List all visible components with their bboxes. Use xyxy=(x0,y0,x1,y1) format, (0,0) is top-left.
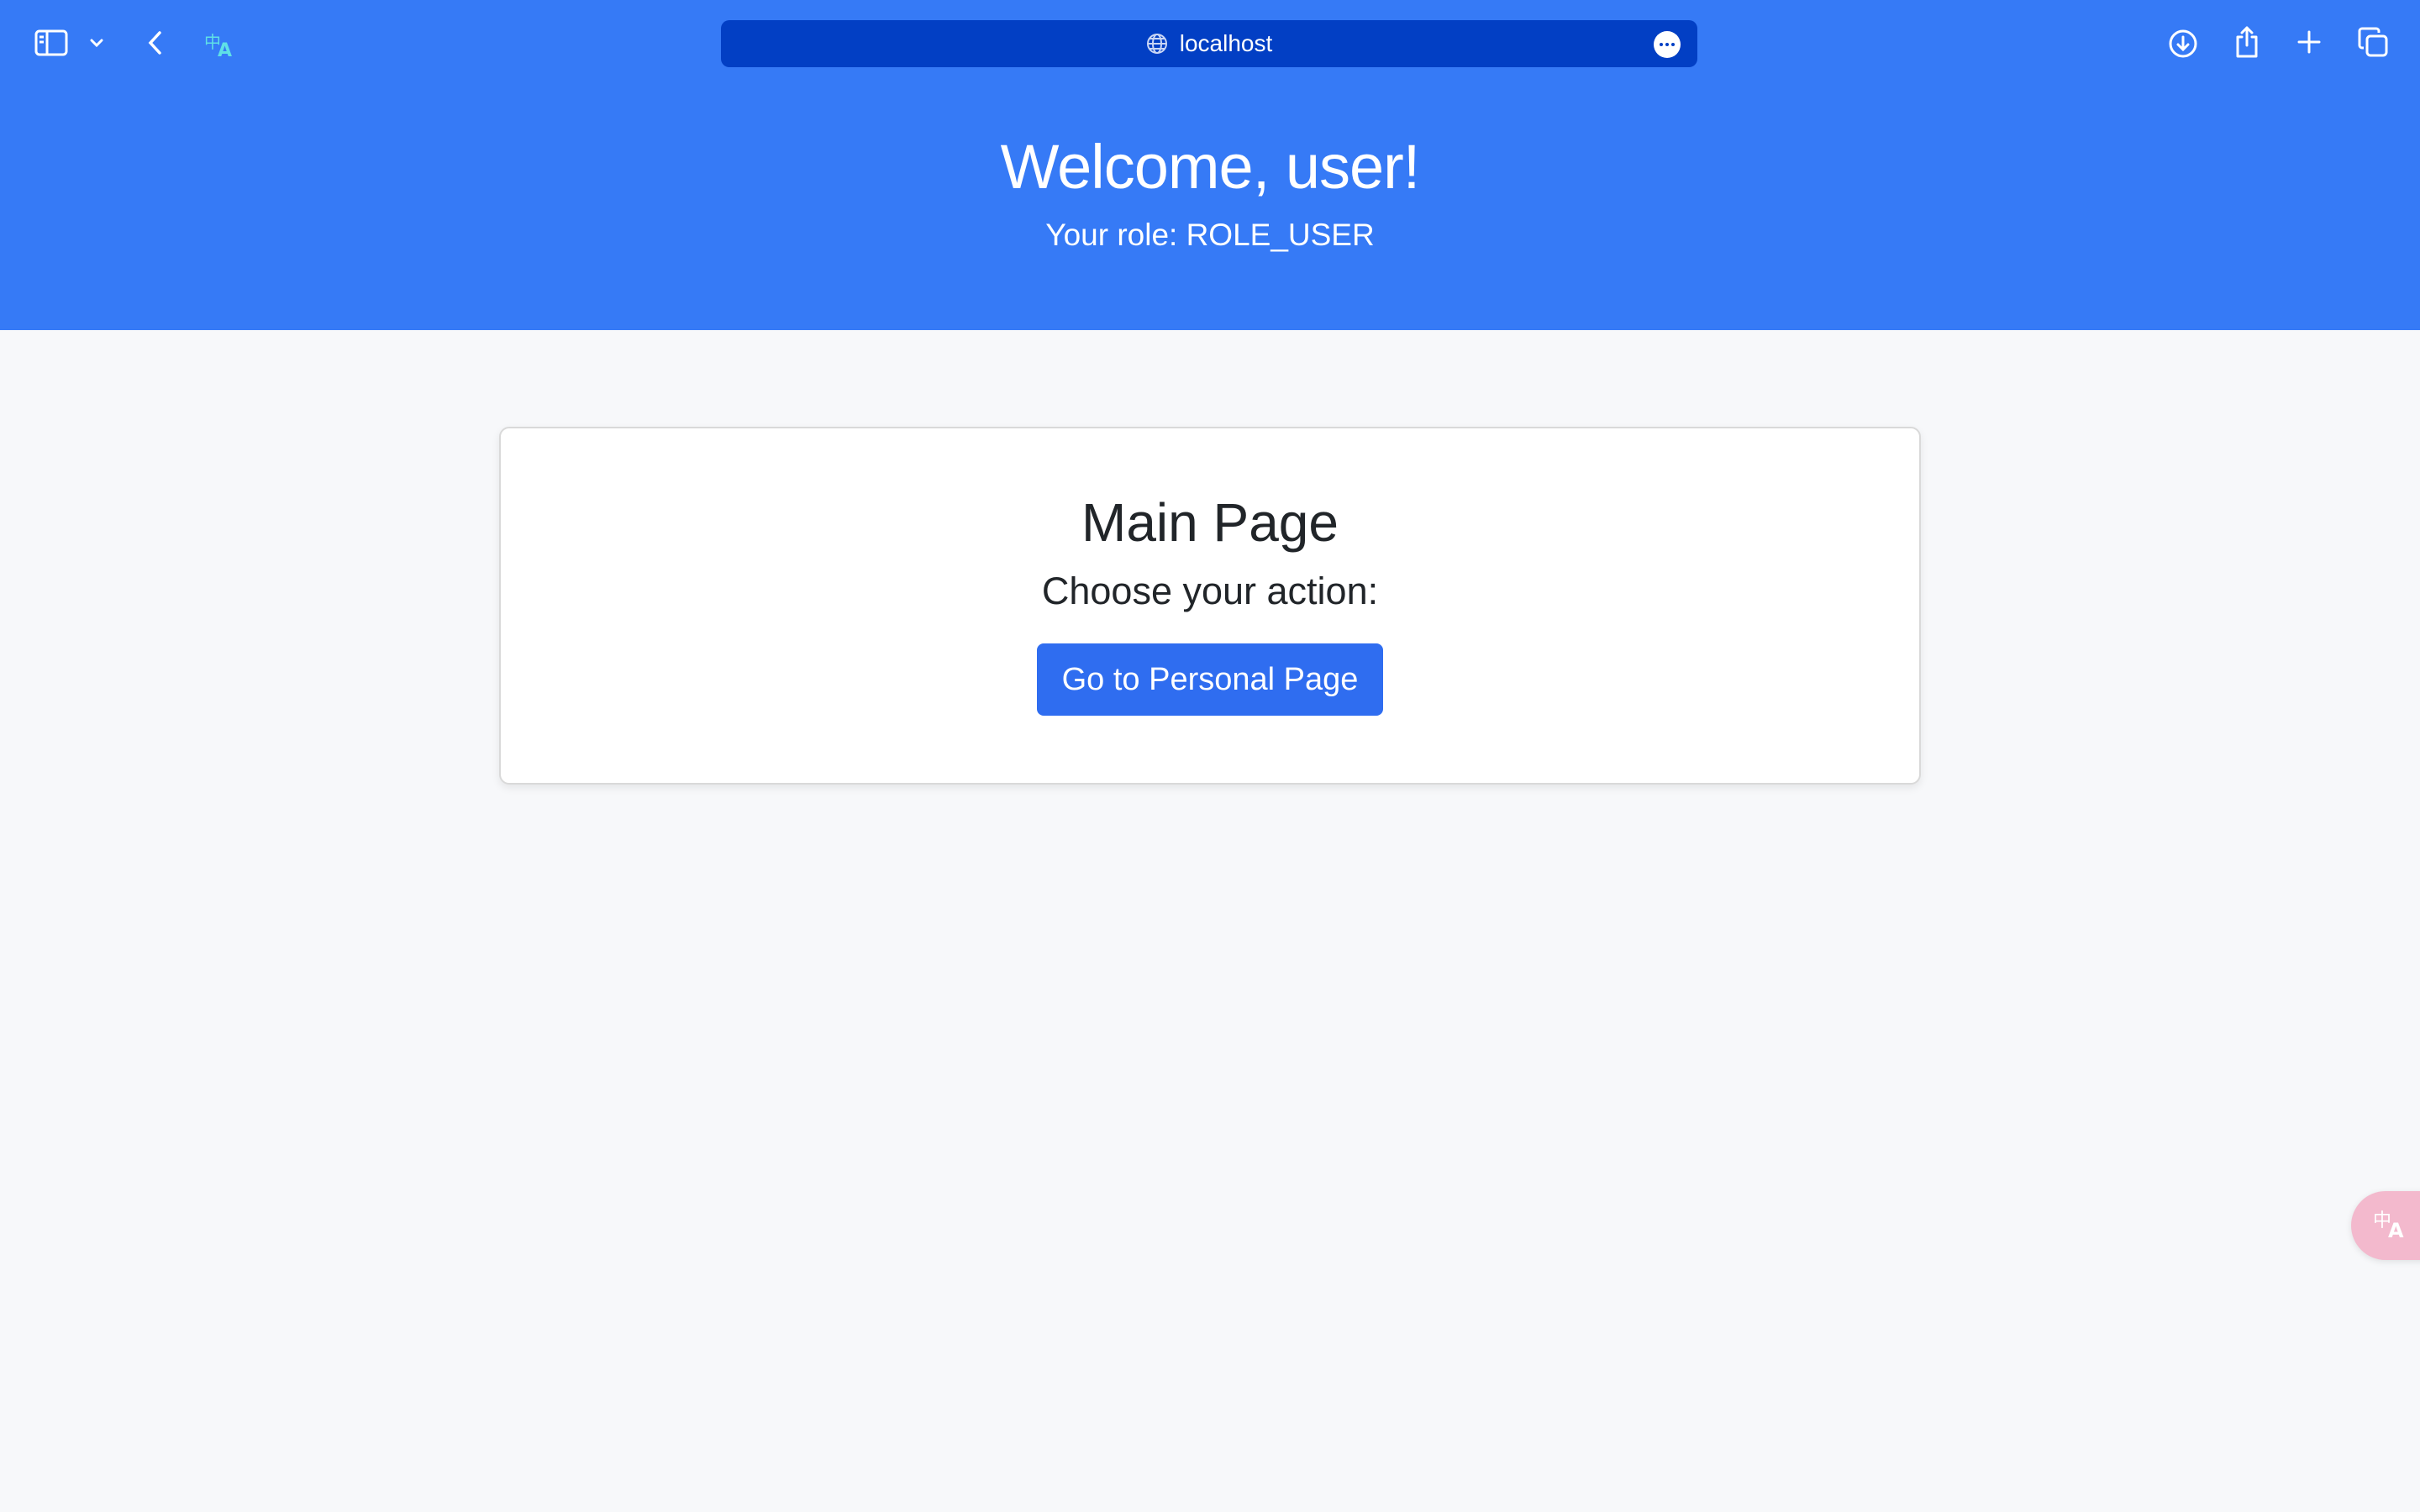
globe-icon xyxy=(1146,33,1168,55)
more-icon[interactable] xyxy=(1654,31,1681,58)
address-bar[interactable]: localhost xyxy=(721,20,1697,67)
welcome-title: Welcome, user! xyxy=(1000,132,1421,202)
translate-icon: 中 A xyxy=(2373,1208,2408,1244)
action-prompt: Choose your action: xyxy=(1041,570,1379,612)
page-header: Welcome, user! Your role: ROLE_USER xyxy=(0,87,2420,330)
main-card: Main Page Choose your action: Go to Pers… xyxy=(499,427,1921,785)
download-icon[interactable] xyxy=(2166,27,2200,60)
chevron-down-icon[interactable] xyxy=(87,34,106,52)
back-chevron-left-icon[interactable] xyxy=(143,29,166,57)
role-text: Your role: ROLE_USER xyxy=(1045,218,1375,252)
address-text: localhost xyxy=(1179,30,1273,56)
page-title: Main Page xyxy=(1081,492,1339,553)
share-icon[interactable] xyxy=(2232,24,2262,60)
translate-icon[interactable]: 中 A xyxy=(203,29,237,59)
svg-text:A: A xyxy=(218,40,232,58)
personal-page-button[interactable]: Go to Personal Page xyxy=(1036,643,1384,716)
tab-overview-icon[interactable] xyxy=(2356,25,2390,59)
svg-text:A: A xyxy=(2388,1219,2404,1240)
sidebar-icon[interactable] xyxy=(34,27,69,59)
browser-toolbar: 中 A localhost xyxy=(0,0,2420,87)
floating-translate-button[interactable]: 中 A xyxy=(2351,1191,2420,1260)
plus-icon[interactable] xyxy=(2294,27,2324,57)
